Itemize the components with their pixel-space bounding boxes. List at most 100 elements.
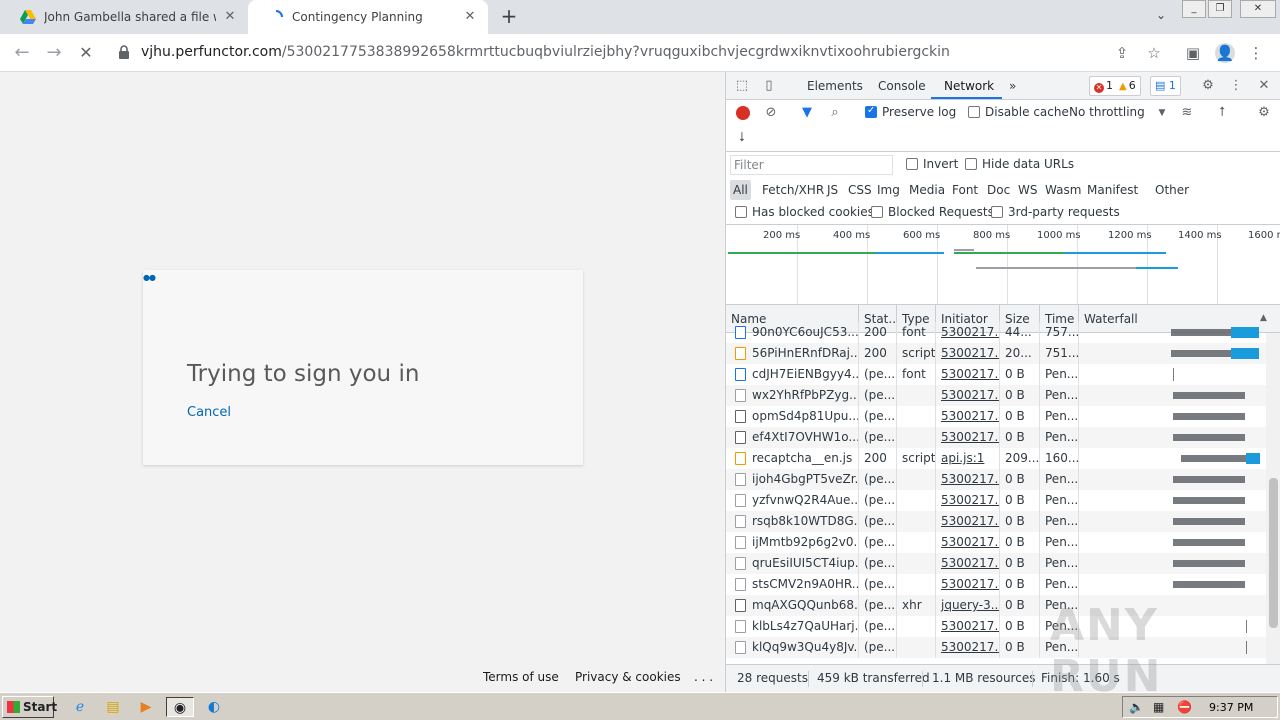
tab-shared-file[interactable]: John Gambella shared a file with you ✕ bbox=[0, 0, 248, 34]
close-window-icon[interactable]: ✕ bbox=[1240, 0, 1276, 18]
cell-initiator[interactable]: 5300217... bbox=[936, 511, 1000, 532]
filter-type-font[interactable]: Font bbox=[949, 180, 981, 200]
tab-console[interactable]: Console bbox=[878, 79, 926, 93]
filter-type-doc[interactable]: Doc bbox=[984, 180, 1013, 200]
tab-elements[interactable]: Elements bbox=[807, 79, 863, 93]
cell-initiator[interactable]: 5300217... bbox=[936, 322, 1000, 343]
network-settings-gear-icon[interactable]: ⚙ bbox=[1256, 105, 1272, 121]
table-row[interactable]: ijMmtb92p6g2v0... (pe... 5300217... 0 B Pen.… bbox=[726, 532, 1266, 553]
security-alert-icon[interactable]: ⛔ bbox=[1177, 700, 1192, 714]
filter-type-manifest[interactable]: Manifest bbox=[1084, 180, 1141, 200]
stop-loading-icon[interactable]: ✕ bbox=[75, 42, 97, 64]
side-panel-icon[interactable]: ▣ bbox=[1183, 43, 1203, 63]
export-har-icon[interactable]: ⭣ bbox=[734, 130, 750, 146]
media-player-icon[interactable]: ▶ bbox=[135, 697, 157, 717]
cell-initiator[interactable]: 5300217... bbox=[936, 364, 1000, 385]
filter-input[interactable]: Filter bbox=[730, 155, 893, 175]
file-explorer-icon[interactable]: ▤ bbox=[102, 697, 124, 717]
cell-initiator[interactable]: 5300217... bbox=[936, 469, 1000, 490]
cell-initiator[interactable]: 5300217... bbox=[936, 553, 1000, 574]
settings-gear-icon[interactable]: ⚙ bbox=[1200, 78, 1216, 94]
table-row[interactable]: 56PiHnERnfDRaj... 200 script 5300217... 20..… bbox=[726, 343, 1266, 364]
import-har-icon[interactable]: ⭡ bbox=[1214, 105, 1230, 121]
table-row[interactable]: opmSd4p81Upu... (pe... 5300217... 0 B Pen... bbox=[726, 406, 1266, 427]
table-row[interactable]: yzfvnwQ2R4Aue... (pe... 5300217... 0 B Pen..… bbox=[726, 490, 1266, 511]
messages-badge[interactable]: ▤ 1 bbox=[1150, 76, 1181, 96]
cell-initiator[interactable]: 5300217... bbox=[936, 490, 1000, 511]
inspect-element-icon[interactable]: ⬚ bbox=[734, 78, 750, 94]
search-icon[interactable]: ⌕ bbox=[827, 105, 843, 121]
chrome-menu-icon[interactable]: ⋮ bbox=[1246, 43, 1266, 63]
close-tab-icon[interactable]: ✕ bbox=[222, 9, 238, 25]
filter-type-media[interactable]: Media bbox=[906, 180, 948, 200]
cell-initiator[interactable]: 5300217... bbox=[936, 385, 1000, 406]
disable-cache-checkbox[interactable] bbox=[968, 106, 980, 118]
preserve-log-checkbox[interactable] bbox=[865, 105, 877, 118]
table-row[interactable]: ef4XtI7OVHW1o... (pe... 5300217... 0 B Pen..… bbox=[726, 427, 1266, 448]
tab-search-chevron-icon[interactable]: ⌄ bbox=[1152, 8, 1170, 26]
profile-avatar-icon[interactable]: 👤 bbox=[1215, 43, 1235, 63]
table-row[interactable]: 90n0YC6ouJC53... 200 font 5300217... 44... 75… bbox=[726, 322, 1266, 343]
table-row[interactable]: ijoh4GbgPT5veZr... (pe... 5300217... 0 B Pen… bbox=[726, 469, 1266, 490]
address-bar[interactable]: vjhu.perfunctor.com/530021775383899265​8… bbox=[141, 44, 950, 60]
hide-data-urls-checkbox[interactable] bbox=[965, 158, 977, 170]
filter-type-wasm[interactable]: Wasm bbox=[1042, 180, 1084, 200]
edge-icon[interactable]: ◐ bbox=[203, 697, 225, 717]
table-row[interactable]: rsqb8k10WTD8G... (pe... 5300217... 0 B Pen..… bbox=[726, 511, 1266, 532]
filter-type-ws[interactable]: WS bbox=[1015, 180, 1040, 200]
bookmark-star-icon[interactable]: ☆ bbox=[1144, 43, 1164, 63]
record-icon[interactable] bbox=[736, 106, 750, 120]
cell-initiator[interactable]: 5300217... bbox=[936, 406, 1000, 427]
network-conditions-icon[interactable]: ≋ bbox=[1179, 105, 1195, 121]
cell-initiator[interactable]: 5300217... bbox=[936, 427, 1000, 448]
cell-initiator[interactable]: 5300217... bbox=[936, 616, 1000, 637]
filter-type-js[interactable]: JS bbox=[824, 180, 841, 200]
restore-window-icon[interactable]: ❐ bbox=[1208, 0, 1232, 18]
tab-network[interactable]: Network bbox=[944, 79, 994, 93]
table-row[interactable]: stsCMV2n9A0HR... (pe... 5300217... 0 B Pen..… bbox=[726, 574, 1266, 595]
terms-of-use-link[interactable]: Terms of use bbox=[483, 670, 559, 684]
cell-initiator[interactable]: 5300217... bbox=[936, 343, 1000, 364]
table-row[interactable]: qruEsiIUI5CT4iup... (pe... 5300217... 0 B Pe… bbox=[726, 553, 1266, 574]
cell-initiator[interactable]: 5300217... bbox=[936, 532, 1000, 553]
clear-icon[interactable]: ⊘ bbox=[763, 105, 779, 121]
new-tab-button[interactable]: + bbox=[497, 5, 521, 29]
cell-initiator[interactable]: 5300217... bbox=[936, 574, 1000, 595]
blocked-requests-checkbox[interactable] bbox=[871, 206, 883, 218]
has-blocked-cookies-checkbox[interactable] bbox=[735, 206, 747, 218]
filter-type-other[interactable]: Other bbox=[1152, 180, 1192, 200]
share-icon[interactable]: ⇪ bbox=[1112, 43, 1132, 63]
filter-type-css[interactable]: CSS bbox=[845, 180, 875, 200]
close-devtools-icon[interactable]: ✕ bbox=[1256, 78, 1272, 94]
cell-initiator[interactable]: jquery-3.... bbox=[936, 595, 1000, 616]
minimize-window-icon[interactable]: _ bbox=[1182, 0, 1206, 18]
lock-icon[interactable] bbox=[118, 45, 130, 59]
table-row[interactable]: wx2YhRfPbPZyg... (pe... 5300217... 0 B Pen..… bbox=[726, 385, 1266, 406]
filter-funnel-icon[interactable]: ▼ bbox=[799, 105, 815, 121]
invert-checkbox[interactable] bbox=[906, 158, 918, 170]
device-toolbar-icon[interactable]: ▯ bbox=[761, 78, 777, 94]
forward-arrow-icon[interactable]: → bbox=[43, 42, 65, 64]
volume-icon[interactable]: 🔈 bbox=[1129, 700, 1144, 714]
cell-initiator[interactable]: api.js:1 bbox=[936, 448, 1000, 469]
cell-initiator[interactable]: 5300217... bbox=[936, 637, 1000, 658]
back-arrow-icon[interactable]: ← bbox=[11, 42, 33, 64]
more-options-link[interactable]: . . . bbox=[694, 670, 713, 684]
third-party-checkbox[interactable] bbox=[991, 206, 1003, 218]
more-tabs-icon[interactable]: » bbox=[1009, 79, 1016, 93]
table-row[interactable]: cdJH7EiENBgyy4... (pe... font 5300217... 0 B… bbox=[726, 364, 1266, 385]
cancel-link[interactable]: Cancel bbox=[187, 405, 231, 420]
filter-type-all[interactable]: All bbox=[730, 180, 751, 200]
tab-contingency-planning[interactable]: Contingency Planning ✕ bbox=[248, 0, 488, 34]
filter-type-fetch-xhr[interactable]: Fetch/XHR bbox=[759, 180, 827, 200]
devtools-menu-icon[interactable]: ⋮ bbox=[1228, 78, 1244, 94]
privacy-cookies-link[interactable]: Privacy & cookies bbox=[575, 670, 681, 684]
filter-type-img[interactable]: Img bbox=[874, 180, 903, 200]
internet-explorer-icon[interactable]: ℯ bbox=[69, 697, 91, 717]
network-tray-icon[interactable]: ▦ bbox=[1153, 700, 1164, 714]
close-tab-icon[interactable]: ✕ bbox=[462, 9, 478, 25]
issues-badge[interactable]: ✕ 1 ▲ 6 bbox=[1089, 76, 1141, 96]
start-button[interactable]: Start bbox=[2, 696, 57, 718]
dropdown-arrow-icon[interactable]: ▼ bbox=[1154, 105, 1170, 121]
chrome-taskbar-icon[interactable]: ◉ bbox=[166, 697, 194, 717]
